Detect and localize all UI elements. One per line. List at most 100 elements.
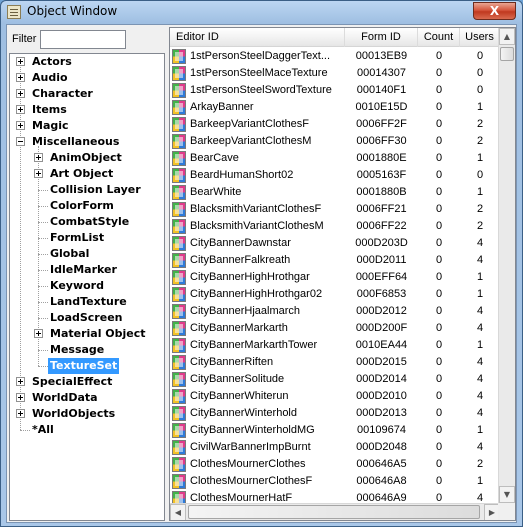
table-row[interactable]: CityBannerRiften 000D2015 0 4 [170,354,500,371]
table-row[interactable]: CityBannerHighHrothgar02 000F6853 0 1 [170,286,500,303]
table-row[interactable]: CityBannerFalkreath 000D2011 0 4 [170,252,500,269]
scroll-down-button[interactable]: ▼ [499,486,515,503]
table-row[interactable]: CityBannerDawnstar 000D203D 0 4 [170,235,500,252]
tree-item-label: FormList [50,231,105,244]
expand-icon[interactable] [16,105,25,114]
vertical-scrollbar[interactable]: ▲ ▼ [498,28,515,503]
tree-item[interactable]: Audio [10,70,164,86]
table-row[interactable]: BarkeepVariantClothesF 0006FF2F 0 2 [170,116,500,133]
scroll-left-button[interactable]: ◀ [170,504,186,520]
cell-users: 2 [476,458,484,470]
tree-item[interactable]: ColorForm [10,198,164,214]
texture-set-icon [172,389,186,404]
expand-icon[interactable] [16,57,25,66]
table-row[interactable]: BlacksmithVariantClothesF 0006FF21 0 2 [170,201,500,218]
table-row[interactable]: CityBannerWhiterun 000D2010 0 4 [170,388,500,405]
table-row[interactable]: BarkeepVariantClothesM 0006FF30 0 2 [170,133,500,150]
tree-item-label: AnimObject [50,151,122,164]
table-row[interactable]: CityBannerWinterhold 000D2013 0 4 [170,405,500,422]
expand-icon[interactable] [16,377,25,386]
tree-item[interactable]: WorldObjects [10,406,164,422]
tree-item[interactable]: Message [10,342,164,358]
object-list[interactable]: Editor ID Form ID Count Users 1stPersonS… [169,27,516,521]
cell-count: 0 [435,424,443,436]
expand-icon[interactable] [16,393,25,402]
table-row[interactable]: 1stPersonSteelDaggerText... 00013EB9 0 0 [170,48,500,65]
tree-item[interactable]: Actors [10,54,164,70]
expand-icon[interactable] [34,153,43,162]
cell-editor-id: CityBannerHjaalmarch [190,305,301,317]
column-header-form-id[interactable]: Form ID [345,28,418,47]
filter-input[interactable] [40,30,126,49]
table-row[interactable]: CityBannerWinterholdMG 00109674 0 1 [170,422,500,439]
table-row[interactable]: ClothesMournerHatF 000646A9 0 4 [170,490,500,503]
table-row[interactable]: CityBannerMarkarth 000D200F 0 4 [170,320,500,337]
collapse-icon[interactable] [16,137,25,146]
tree-item[interactable]: Keyword [10,278,164,294]
tree-item[interactable]: *All [10,422,164,438]
scroll-up-button[interactable]: ▲ [499,28,515,45]
tree-item[interactable]: Material Object [10,326,164,342]
table-row[interactable]: CityBannerSolitude 000D2014 0 4 [170,371,500,388]
table-row[interactable]: ClothesMournerClothesF 000646A8 0 1 [170,473,500,490]
horizontal-scroll-thumb[interactable] [188,505,480,519]
table-row[interactable]: CityBannerMarkarthTower 0010EA44 0 1 [170,337,500,354]
table-row[interactable]: BearCave 0001880E 0 1 [170,150,500,167]
table-row[interactable]: BearWhite 0001880B 0 1 [170,184,500,201]
tree-item-label: SpecialEffect [32,375,113,388]
table-row[interactable]: CityBannerHighHrothgar 000EFF64 0 1 [170,269,500,286]
table-row[interactable]: CityBannerHjaalmarch 000D2012 0 4 [170,303,500,320]
expand-icon[interactable] [16,409,25,418]
texture-set-icon [172,253,186,268]
table-row[interactable]: 1stPersonSteelSwordTexture 000140F1 0 0 [170,82,500,99]
tree-item[interactable]: TextureSet [10,358,164,374]
tree-item[interactable]: LoadScreen [10,310,164,326]
column-header-count[interactable]: Count [418,28,460,47]
category-tree[interactable]: Actors Audio Character Items Magic Miscellane… [9,53,165,521]
table-row[interactable]: BlacksmithVariantClothesM 0006FF22 0 2 [170,218,500,235]
cell-count: 0 [435,339,443,351]
cell-editor-id: BeardHumanShort02 [190,169,294,181]
close-button[interactable]: X [473,2,516,20]
tree-item[interactable]: LandTexture [10,294,164,310]
tree-item[interactable]: Collision Layer [10,182,164,198]
cell-editor-id: BlacksmithVariantClothesM [190,220,324,232]
texture-set-icon [172,202,186,217]
tree-item[interactable]: Global [10,246,164,262]
tree-item[interactable]: FormList [10,230,164,246]
table-row[interactable]: ClothesMournerClothes 000646A5 0 2 [170,456,500,473]
cell-form-id: 000646A5 [356,458,407,470]
title-bar[interactable]: Object Window X [1,1,522,23]
tree-item[interactable]: Magic [10,118,164,134]
tree-item[interactable]: Miscellaneous [10,134,164,150]
column-header-users[interactable]: Users [460,28,500,47]
expand-icon[interactable] [34,169,43,178]
tree-item[interactable]: Items [10,102,164,118]
expand-icon[interactable] [16,89,25,98]
tree-item[interactable]: CombatStyle [10,214,164,230]
table-row[interactable]: ArkayBanner 0010E15D 0 1 [170,99,500,116]
vertical-scroll-thumb[interactable] [500,47,514,61]
column-header-editor-id[interactable]: Editor ID [170,28,345,47]
tree-item[interactable]: IdleMarker [10,262,164,278]
table-row[interactable]: BeardHumanShort02 0005163F 0 0 [170,167,500,184]
tree-item[interactable]: AnimObject [10,150,164,166]
tree-item[interactable]: Art Object [10,166,164,182]
tree-item-label: ColorForm [50,199,114,212]
expand-icon[interactable] [34,329,43,338]
table-row[interactable]: 1stPersonSteelMaceTexture 00014307 0 0 [170,65,500,82]
expand-icon[interactable] [16,73,25,82]
table-row[interactable]: CivilWarBannerImpBurnt 000D2048 0 4 [170,439,500,456]
cell-users: 1 [476,339,484,351]
texture-set-icon [172,49,186,64]
horizontal-scrollbar[interactable]: ◀ ▶ [170,503,500,520]
expand-icon[interactable] [16,121,25,130]
tree-item[interactable]: SpecialEffect [10,374,164,390]
texture-set-icon [172,83,186,98]
cell-form-id: 00014307 [357,67,406,79]
tree-connector [38,350,48,351]
tree-item[interactable]: WorldData [10,390,164,406]
cell-editor-id: CityBannerDawnstar [190,237,291,249]
tree-item[interactable]: Character [10,86,164,102]
cell-count: 0 [435,475,443,487]
